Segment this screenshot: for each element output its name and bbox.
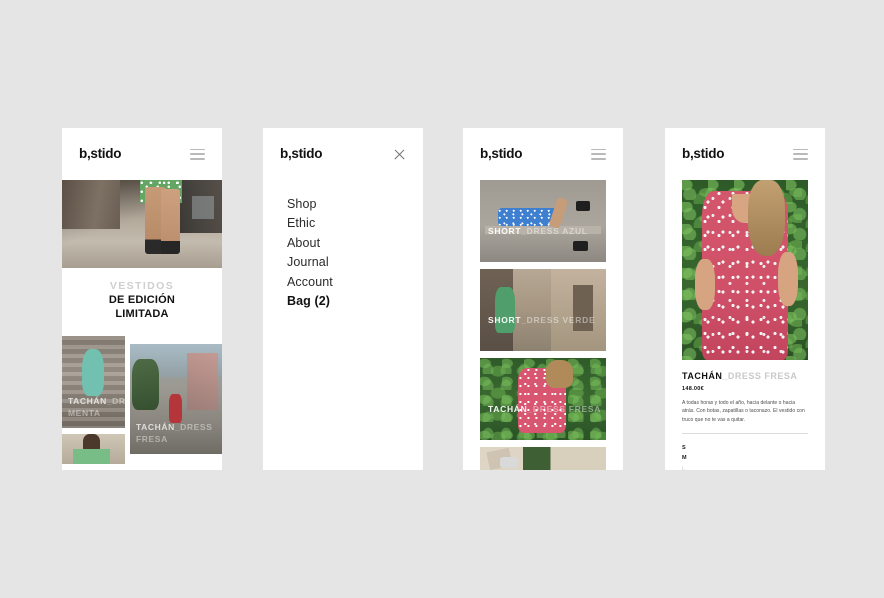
tile-caption-name-fresa: TACHÁN [136, 422, 175, 432]
tile-partial-garment [73, 449, 110, 463]
product-tile-fresa[interactable]: TACHÁN_DRESS FRESA [130, 344, 222, 454]
size-option-m[interactable]: M [682, 453, 808, 463]
menu-item-journal[interactable]: Journal [287, 253, 423, 273]
menu-item-account[interactable]: Account [287, 272, 423, 292]
card-leg [549, 197, 569, 229]
card-shoe-upper [576, 201, 590, 211]
tile-trees [132, 359, 160, 410]
product-card-fresa[interactable]: TACHÁN_DRESS FRESA [480, 358, 606, 440]
product-screen: b,stido TACHÁN_DRESS FRESA 148.00€ A tod… [665, 128, 825, 470]
card-partial-shoe [500, 457, 518, 467]
hero-building-left [62, 180, 120, 229]
brand-logo[interactable]: b,stido [79, 147, 121, 161]
product-title-suffix: _DRESS FRESA [722, 371, 797, 381]
hamburger-icon[interactable] [190, 149, 205, 160]
product-card-azul[interactable]: SHORT_DRESS AZUL [480, 180, 606, 262]
main-navigation: Shop Ethic About Journal Account Bag (2) [263, 180, 423, 311]
product-image-arm-left [695, 259, 715, 309]
hamburger-icon[interactable] [793, 149, 808, 160]
menu-header: b,stido [263, 128, 423, 180]
tile-caption-name-menta: TACHÁN [68, 396, 107, 406]
product-image-hair [748, 180, 786, 256]
tile-building [187, 353, 218, 410]
menu-item-bag[interactable]: Bag (2) [287, 292, 423, 312]
divider [682, 433, 808, 434]
listing-screen: b,stido SHORT_DRESS AZUL SHORT_DRESS VER… [463, 128, 623, 470]
hero-leg-right [161, 189, 180, 254]
hero-window [192, 196, 214, 219]
product-list: SHORT_DRESS AZUL SHORT_DRESS VERDE TACHÁ… [463, 180, 623, 470]
product-card-partial[interactable] [480, 447, 606, 470]
tile-model-menta [82, 349, 103, 397]
close-icon[interactable] [393, 148, 406, 161]
card-model-hair [546, 360, 574, 388]
product-tile-menta[interactable]: TACHÁN_DRESS MENTA [62, 336, 125, 428]
product-detail: TACHÁN_DRESS FRESA 148.00€ A todas horas… [665, 180, 825, 470]
size-option-s[interactable]: S [682, 443, 808, 453]
brand-logo[interactable]: b,stido [682, 147, 724, 161]
headline-line-2: LIMITADA [62, 307, 222, 321]
home-header: b,stido [62, 128, 222, 180]
hero-image[interactable] [62, 180, 222, 268]
page-title: VESTIDOS DE EDICIÓN LIMITADA [62, 268, 222, 336]
brand-logo[interactable]: b,stido [480, 147, 522, 161]
product-title-name: TACHÁN [682, 371, 722, 381]
headline-eyebrow: VESTIDOS [62, 280, 222, 293]
product-card-caption-azul: SHORT_DRESS AZUL [488, 226, 588, 236]
card-caption-suffix-verde: _DRESS VERDE [521, 315, 595, 325]
product-price: 148.00€ [682, 386, 808, 392]
product-grid: TACHÁN_DRESS MENTA TACHÁN_DRESS FRESA [62, 336, 222, 454]
listing-header: b,stido [463, 128, 623, 180]
card-caption-name-fresa: TACHÁN [488, 404, 527, 414]
menu-item-about[interactable]: About [287, 233, 423, 253]
card-caption-suffix-azul: _DRESS AZUL [521, 226, 587, 236]
menu-item-ethic[interactable]: Ethic [287, 214, 423, 234]
card-caption-name-azul: SHORT [488, 226, 521, 236]
mockup-stage: b,stido VESTIDOS DE EDICIÓN LIMITADA TAC… [0, 0, 884, 598]
product-card-caption-fresa: TACHÁN_DRESS FRESA [488, 404, 601, 414]
card-model-dress-verde [495, 287, 515, 333]
hamburger-icon[interactable] [591, 149, 606, 160]
card-shoe-lower [573, 241, 588, 252]
product-description: A todas horas y todo el año, hacia delan… [682, 399, 808, 424]
tile-model-fresa [169, 394, 182, 423]
card-caption-suffix-fresa: _DRESS FRESA [527, 404, 601, 414]
size-option-l[interactable]: L [682, 464, 808, 470]
product-card-verde[interactable]: SHORT_DRESS VERDE [480, 269, 606, 351]
product-header: b,stido [665, 128, 825, 180]
product-card-caption-verde: SHORT_DRESS VERDE [488, 315, 595, 325]
product-image-arm-right [778, 252, 798, 306]
product-tile-partial[interactable] [62, 434, 125, 464]
menu-item-shop[interactable]: Shop [287, 194, 423, 214]
product-title: TACHÁN_DRESS FRESA [682, 371, 808, 381]
product-image[interactable] [682, 180, 808, 360]
headline-line-1: DE EDICIÓN [62, 293, 222, 307]
card-caption-name-verde: SHORT [488, 315, 521, 325]
size-selector: S M L [682, 443, 808, 470]
menu-screen: b,stido Shop Ethic About Journal Account… [263, 128, 423, 470]
home-screen: b,stido VESTIDOS DE EDICIÓN LIMITADA TAC… [62, 128, 222, 470]
brand-logo[interactable]: b,stido [280, 147, 322, 161]
tile-caption-menta: TACHÁN_DRESS MENTA [68, 395, 119, 420]
tile-caption-fresa: TACHÁN_DRESS FRESA [136, 421, 216, 446]
